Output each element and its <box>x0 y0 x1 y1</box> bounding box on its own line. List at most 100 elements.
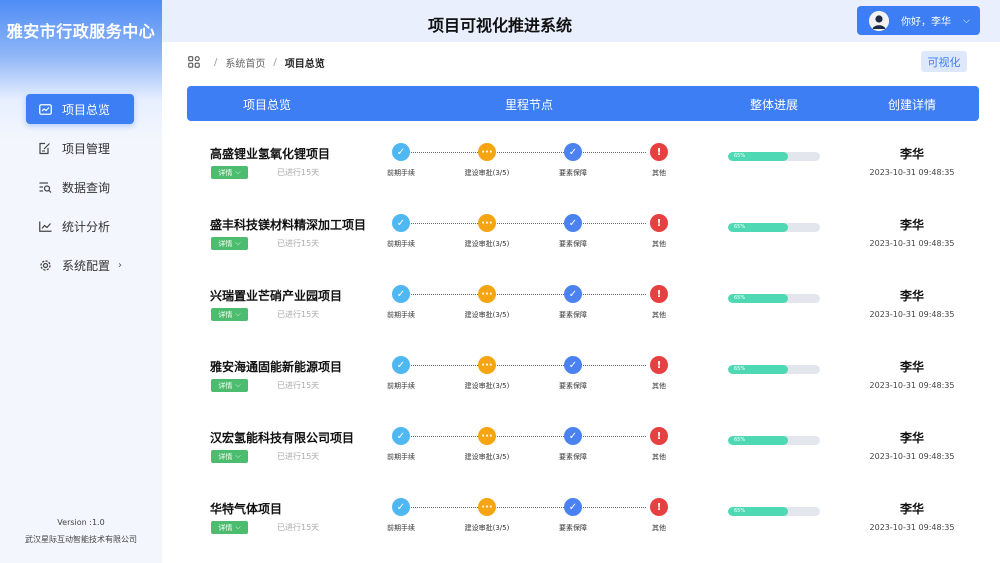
check-icon: ✓ <box>392 143 410 161</box>
progress-bar: 65% <box>728 507 820 516</box>
milestone-step[interactable]: ! 其他 <box>629 285 689 320</box>
brand-title: 雅安市行政服务中心 <box>6 22 156 41</box>
milestone-label: 其他 <box>652 382 666 390</box>
breadcrumb-home[interactable]: 系统首页 <box>225 55 265 70</box>
milestone-step[interactable]: ✓ 要素保障 <box>543 285 603 320</box>
milestone-step[interactable]: ✓ 要素保障 <box>543 143 603 178</box>
milestone-label: 建设审批(3/5) <box>464 524 510 532</box>
check-icon: ✓ <box>392 214 410 232</box>
milestone-label: 建设审批(3/5) <box>464 311 510 319</box>
milestone-track: ✓ 前期手续 ··· 建设审批(3/5) ✓ 要素保障 ! 其他 <box>379 285 669 325</box>
elapsed-days: 已进行15天 <box>277 452 320 461</box>
detail-label: 详情 <box>218 452 233 461</box>
detail-button[interactable]: 详情 ⌵ <box>211 379 248 392</box>
detail-button[interactable]: 详情 ⌵ <box>211 521 248 534</box>
chevron-down-icon: ⌵ <box>963 15 970 26</box>
milestone-step[interactable]: ✓ 要素保障 <box>543 498 603 533</box>
sidebar-item-statistics[interactable]: 统计分析 <box>26 211 134 241</box>
milestone-connector <box>402 365 646 366</box>
creator-name: 李华 <box>899 431 924 445</box>
milestone-step[interactable]: ··· 建设审批(3/5) <box>457 143 517 178</box>
ellipsis-icon: ··· <box>478 427 496 445</box>
milestone-track: ✓ 前期手续 ··· 建设审批(3/5) ✓ 要素保障 ! 其他 <box>379 356 669 396</box>
table-row: 兴瑞置业芒硝产业园项目 详情 ⌵ 已进行15天 ✓ 前期手续 ··· 建设审批(… <box>187 263 979 334</box>
breadcrumb-current: 项目总览 <box>284 58 325 70</box>
milestone-step[interactable]: ✓ 前期手续 <box>371 143 431 178</box>
sidebar-item-label: 系统配置 <box>62 258 111 273</box>
detail-button[interactable]: 详情 ⌵ <box>211 166 248 179</box>
chevron-down-icon: ⌵ <box>235 239 241 247</box>
detail-label: 详情 <box>218 239 233 248</box>
table-row: 汉宏氢能科技有限公司项目 详情 ⌵ 已进行15天 ✓ 前期手续 ··· 建设审批… <box>187 405 979 476</box>
milestone-label: 前期手续 <box>387 453 415 461</box>
alert-icon: ! <box>650 214 668 232</box>
creator-name: 李华 <box>899 289 924 303</box>
sidebar-item-project-management[interactable]: 项目管理 <box>26 133 134 163</box>
progress-bar: 65% <box>728 365 820 374</box>
user-menu-button[interactable]: 你好，李华 ⌵ <box>857 6 980 35</box>
milestone-step[interactable]: ✓ 前期手续 <box>371 214 431 249</box>
check-icon: ✓ <box>564 143 582 161</box>
milestone-step[interactable]: ! 其他 <box>629 498 689 533</box>
project-name: 兴瑞置业芒硝产业园项目 <box>210 289 343 303</box>
milestone-step[interactable]: ! 其他 <box>629 214 689 249</box>
milestone-label: 其他 <box>652 169 666 177</box>
detail-button[interactable]: 详情 ⌵ <box>211 237 248 250</box>
milestone-label: 要素保障 <box>559 169 587 177</box>
progress-bar: 65% <box>728 436 820 445</box>
check-icon: ✓ <box>564 356 582 374</box>
elapsed-days: 已进行15天 <box>277 168 320 177</box>
creator-name: 李华 <box>899 147 924 161</box>
progress-bar: 65% <box>728 294 820 303</box>
milestone-step[interactable]: ··· 建设审批(3/5) <box>457 356 517 391</box>
milestone-label: 前期手续 <box>387 311 415 319</box>
detail-button[interactable]: 详情 ⌵ <box>211 308 248 321</box>
milestone-step[interactable]: ✓ 要素保障 <box>543 427 603 462</box>
milestone-track: ✓ 前期手续 ··· 建设审批(3/5) ✓ 要素保障 ! 其他 <box>379 214 669 254</box>
milestone-label: 前期手续 <box>387 240 415 248</box>
user-greeting: 你好，李华 <box>901 17 951 28</box>
visualize-button[interactable]: 可视化 <box>921 51 967 72</box>
detail-button[interactable]: 详情 ⌵ <box>211 450 248 463</box>
milestone-step[interactable]: ! 其他 <box>629 356 689 391</box>
chevron-right-icon: › <box>118 259 123 271</box>
elapsed-days: 已进行15天 <box>277 310 320 319</box>
column-header-progress: 整体进展 <box>749 98 798 112</box>
sidebar-item-data-query[interactable]: 数据查询 <box>26 172 134 202</box>
creator-name: 李华 <box>899 360 924 374</box>
project-name: 高盛锂业氢氧化锂项目 <box>210 147 331 161</box>
milestone-connector <box>402 294 646 295</box>
dashboard-icon <box>38 102 52 116</box>
milestone-step[interactable]: ! 其他 <box>629 143 689 178</box>
created-time: 2023-10-31 09:48:35 <box>869 310 955 319</box>
check-icon: ✓ <box>564 285 582 303</box>
breadcrumb-separator: / <box>273 56 277 68</box>
milestone-label: 前期手续 <box>387 169 415 177</box>
milestone-track: ✓ 前期手续 ··· 建设审批(3/5) ✓ 要素保障 ! 其他 <box>379 498 669 538</box>
milestone-step[interactable]: ··· 建设审批(3/5) <box>457 214 517 249</box>
sidebar-item-label: 项目总览 <box>62 102 111 117</box>
project-name: 汉宏氢能科技有限公司项目 <box>210 431 355 445</box>
milestone-step[interactable]: ··· 建设审批(3/5) <box>457 427 517 462</box>
sidebar-item-label: 统计分析 <box>62 219 111 234</box>
milestone-label: 要素保障 <box>559 524 587 532</box>
milestone-connector <box>402 152 646 153</box>
sidebar-item-system-config[interactable]: 系统配置 › <box>26 250 134 280</box>
created-time: 2023-10-31 09:48:35 <box>869 381 955 390</box>
chevron-down-icon: ⌵ <box>235 168 241 176</box>
chevron-down-icon: ⌵ <box>235 310 241 318</box>
milestone-step[interactable]: ✓ 要素保障 <box>543 214 603 249</box>
milestone-step[interactable]: ✓ 要素保障 <box>543 356 603 391</box>
table-row: 盛丰科技镁材料精深加工项目 详情 ⌵ 已进行15天 ✓ 前期手续 ··· 建设审… <box>187 192 979 263</box>
milestone-step[interactable]: ··· 建设审批(3/5) <box>457 285 517 320</box>
milestone-step[interactable]: ✓ 前期手续 <box>371 285 431 320</box>
milestone-label: 要素保障 <box>559 453 587 461</box>
chevron-down-icon: ⌵ <box>235 523 241 531</box>
creator-name: 李华 <box>899 218 924 232</box>
milestone-step[interactable]: ✓ 前期手续 <box>371 498 431 533</box>
milestone-step[interactable]: ✓ 前期手续 <box>371 427 431 462</box>
milestone-step[interactable]: ! 其他 <box>629 427 689 462</box>
milestone-step[interactable]: ··· 建设审批(3/5) <box>457 498 517 533</box>
sidebar-item-overview[interactable]: 项目总览 <box>26 94 134 124</box>
milestone-step[interactable]: ✓ 前期手续 <box>371 356 431 391</box>
